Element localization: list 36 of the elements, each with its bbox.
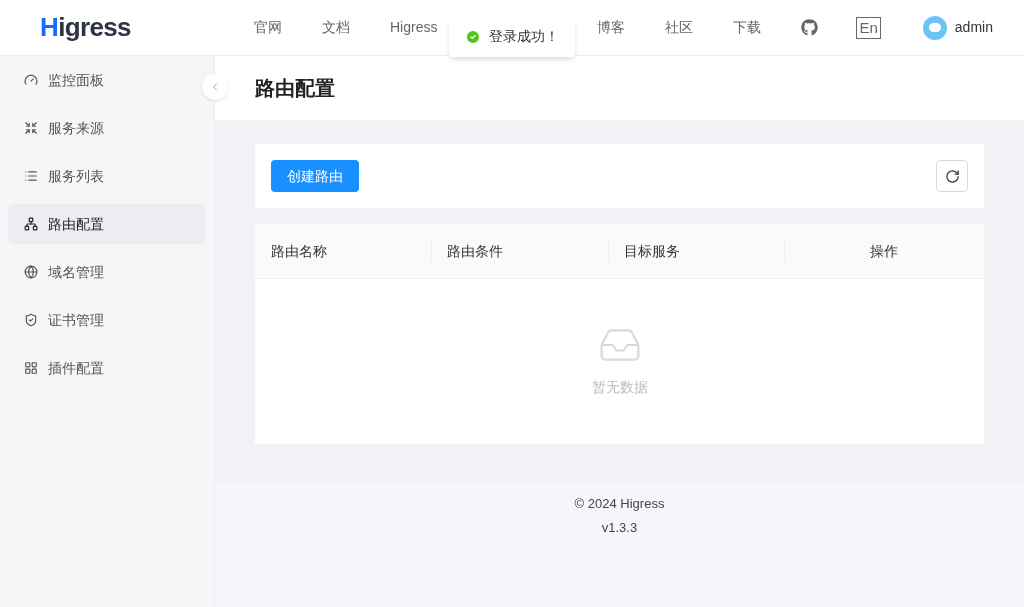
nav-link[interactable]: 下载 bbox=[733, 17, 762, 38]
grid-icon bbox=[24, 361, 38, 375]
refresh-button[interactable] bbox=[936, 160, 968, 192]
language-link[interactable]: En bbox=[856, 16, 881, 39]
refresh-icon bbox=[944, 168, 960, 184]
username[interactable]: admin bbox=[954, 17, 993, 38]
network-icon bbox=[24, 217, 38, 231]
column-header: 操作 bbox=[870, 243, 898, 259]
sidebar-item[interactable]: 域名管理 bbox=[8, 252, 206, 292]
version-text: v1.3.3 bbox=[601, 518, 638, 537]
nav-link[interactable]: 文档 bbox=[322, 17, 350, 38]
nav-link[interactable]: 社区 bbox=[665, 17, 694, 38]
toast-message: 登录成功！ bbox=[489, 27, 559, 46]
success-icon bbox=[465, 28, 481, 45]
copyright-text: © 2024 Higress bbox=[574, 495, 665, 513]
empty-text: 暂无数据 bbox=[591, 378, 648, 397]
sidebar-item[interactable]: 路由配置 bbox=[8, 204, 206, 244]
nav-link[interactable]: 博客 bbox=[597, 17, 626, 38]
sidebar-item[interactable]: 监控面板 bbox=[8, 60, 206, 100]
column-header: 路由名称 bbox=[271, 243, 327, 259]
sidebar-item[interactable]: 证书管理 bbox=[8, 300, 206, 340]
page-title: 路由配置 bbox=[255, 76, 335, 101]
sidebar-item[interactable]: 服务来源 bbox=[8, 108, 206, 148]
nav-link[interactable]: Higress bbox=[390, 17, 438, 38]
sidebar-item[interactable]: 插件配置 bbox=[8, 348, 206, 388]
column-header: 目标服务 bbox=[624, 243, 680, 259]
higress-logo[interactable]: Higress bbox=[40, 8, 240, 47]
globe-icon bbox=[24, 265, 38, 279]
sidebar-item[interactable]: 服务列表 bbox=[8, 156, 206, 196]
shield-check-icon bbox=[24, 313, 38, 327]
nav-link[interactable]: 官网 bbox=[254, 17, 282, 38]
github-icon[interactable] bbox=[801, 19, 819, 36]
shrink-arrows-icon bbox=[24, 121, 38, 135]
column-header: 路由条件 bbox=[447, 243, 503, 259]
gauge-icon bbox=[24, 73, 38, 87]
list-icon bbox=[24, 169, 38, 183]
